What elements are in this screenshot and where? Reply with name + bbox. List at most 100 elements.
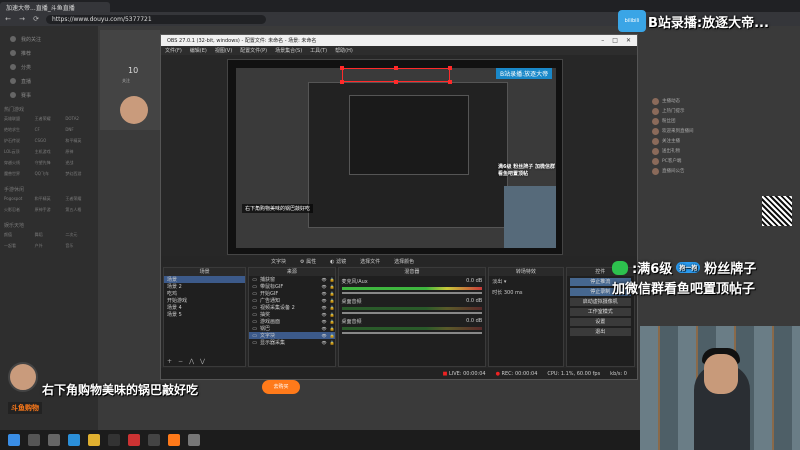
category-link[interactable]: 逆战: [65, 160, 94, 169]
menu-item[interactable]: 帮助(H): [335, 47, 353, 54]
category-link[interactable]: 原神: [65, 149, 94, 158]
eye-icon[interactable]: 👁: [321, 277, 326, 282]
lock-icon[interactable]: 🔒: [330, 284, 335, 289]
category-link[interactable]: DNF: [65, 127, 94, 136]
menu-item[interactable]: 场景集合(S): [275, 47, 302, 54]
steam-icon[interactable]: [108, 434, 120, 446]
transition-select[interactable]: 淡出 ▾: [489, 276, 562, 287]
add-icon[interactable]: +: [167, 358, 172, 366]
category-link[interactable]: CSGO: [35, 138, 64, 147]
category-link[interactable]: DOTA2: [65, 116, 94, 125]
category-link[interactable]: CF: [35, 127, 64, 136]
category-link[interactable]: 音乐: [65, 243, 94, 252]
source-item[interactable]: ▭ 开始GIF 👁 🔒: [249, 290, 335, 298]
eye-icon[interactable]: 👁: [321, 333, 326, 338]
category-link[interactable]: 火影忍者: [4, 207, 33, 216]
task-view-icon[interactable]: [48, 434, 60, 446]
url-input[interactable]: https://www.douyu.com/5377721: [46, 14, 266, 24]
category-link[interactable]: 魔兽世界: [4, 171, 33, 180]
category-link[interactable]: 二次元: [65, 232, 94, 241]
category-link[interactable]: 穿越火线: [4, 160, 33, 169]
source-item[interactable]: ▭ 捕获窗 👁 🔒: [249, 276, 335, 284]
scene-item[interactable]: 开始游戏: [164, 297, 245, 304]
menu-item[interactable]: 视图(V): [215, 47, 232, 54]
search-icon[interactable]: [28, 434, 40, 446]
category-link[interactable]: 守望先锋: [35, 160, 64, 169]
eye-icon[interactable]: 👁: [321, 340, 326, 345]
lock-icon[interactable]: 🔒: [330, 298, 335, 303]
menu-item[interactable]: 配置文件(P): [240, 47, 267, 54]
category-link[interactable]: 一起看: [4, 243, 33, 252]
resize-handle[interactable]: [394, 80, 398, 84]
category-link[interactable]: 绝地求生: [4, 127, 33, 136]
control-button[interactable]: 启动虚拟摄像机: [569, 298, 631, 306]
lock-icon[interactable]: 🔒: [330, 277, 335, 282]
nav-item-follow[interactable]: 我的关注: [4, 32, 94, 46]
lock-icon[interactable]: 🔒: [330, 333, 335, 338]
eye-icon[interactable]: 👁: [321, 298, 326, 303]
resize-handle[interactable]: [448, 66, 452, 70]
eye-icon[interactable]: 👁: [321, 312, 326, 317]
scene-item[interactable]: 场景 5: [164, 311, 245, 318]
scene-item[interactable]: 场景 2: [164, 283, 245, 290]
remove-icon[interactable]: −: [178, 358, 183, 366]
maximize-icon[interactable]: □: [612, 37, 618, 44]
nav-item-esports[interactable]: 赛事: [4, 88, 94, 102]
source-item[interactable]: ▭ 抽奖 👁 🔒: [249, 311, 334, 319]
lock-icon[interactable]: 🔒: [330, 340, 335, 345]
source-item[interactable]: ▭ 锅巴 👁 🔒: [249, 325, 334, 333]
explorer-icon[interactable]: [88, 434, 100, 446]
category-link[interactable]: 和平精英: [35, 196, 64, 205]
windows-start-icon[interactable]: [8, 434, 20, 446]
eye-icon[interactable]: 👁: [321, 291, 326, 296]
category-link[interactable]: QQ飞车: [35, 171, 64, 180]
resize-handle[interactable]: [340, 80, 344, 84]
scene-item[interactable]: 吃鸡: [164, 290, 245, 297]
select-color-button[interactable]: 选择颜色: [394, 258, 414, 265]
category-link[interactable]: 和平精英: [65, 138, 94, 147]
scene-item[interactable]: 场景: [164, 276, 246, 283]
category-link[interactable]: LOL云顶: [4, 149, 33, 158]
control-button[interactable]: 设置: [569, 318, 631, 326]
select-file-button[interactable]: 选择文件: [360, 258, 380, 265]
up-icon[interactable]: ⋀: [189, 358, 194, 366]
source-item[interactable]: ▭ 带鼠标GIF 👁 🔒: [249, 283, 335, 291]
volume-slider[interactable]: [341, 292, 483, 294]
browser-tab[interactable]: 加速大帝...直播_斗鱼直播: [0, 2, 110, 12]
menu-item[interactable]: 文件(F): [165, 47, 182, 54]
volume-slider[interactable]: [341, 332, 483, 334]
control-button[interactable]: 工作室模式: [569, 308, 631, 316]
category-link[interactable]: 英雄联盟: [4, 116, 33, 125]
category-link[interactable]: 王者荣耀: [35, 116, 64, 125]
nav-item-category[interactable]: 分类: [4, 60, 94, 74]
streamer-avatar[interactable]: [120, 96, 148, 124]
back-icon[interactable]: ←: [4, 15, 12, 23]
lock-icon[interactable]: 🔒: [330, 319, 335, 324]
category-link[interactable]: 舞蹈: [35, 232, 64, 241]
nav-item-recommend[interactable]: 推荐: [4, 46, 94, 60]
source-item[interactable]: ▭ 游戏画面 👁 🔒: [249, 318, 335, 326]
duration-input[interactable]: 300 ms: [504, 290, 523, 296]
source-item[interactable]: ▭ 显示器采集 👁 🔒: [249, 339, 335, 347]
category-link[interactable]: Pogospot: [4, 196, 33, 205]
lock-icon[interactable]: 🔒: [330, 305, 335, 310]
category-link[interactable]: 炉石传说: [4, 138, 33, 147]
netease-icon[interactable]: [128, 434, 140, 446]
lock-icon[interactable]: 🔒: [330, 291, 335, 296]
menu-item[interactable]: 编辑(E): [190, 47, 207, 54]
eye-icon[interactable]: 👁: [321, 319, 326, 324]
obs-preview[interactable]: B站录播:放逐大帝 满6级 粉丝牌子 加微信群看鱼吧置顶帖 右下角购物美味的锅巴…: [227, 59, 563, 255]
edge-icon[interactable]: [68, 434, 80, 446]
minimize-icon[interactable]: –: [601, 37, 604, 44]
category-link[interactable]: 主机游戏: [35, 149, 64, 158]
resize-handle[interactable]: [340, 66, 344, 70]
scene-item[interactable]: 场景 4: [164, 304, 245, 311]
resize-handle[interactable]: [394, 66, 398, 70]
control-button[interactable]: 退出: [569, 328, 631, 336]
filters-button[interactable]: ◐ 滤镜: [330, 258, 346, 265]
obs-icon[interactable]: [148, 434, 160, 446]
category-link[interactable]: 梦幻西游: [65, 171, 94, 180]
properties-button[interactable]: ⚙ 属性: [300, 258, 316, 265]
eye-icon[interactable]: 👁: [321, 284, 326, 289]
buy-button[interactable]: 去购买: [262, 380, 300, 394]
